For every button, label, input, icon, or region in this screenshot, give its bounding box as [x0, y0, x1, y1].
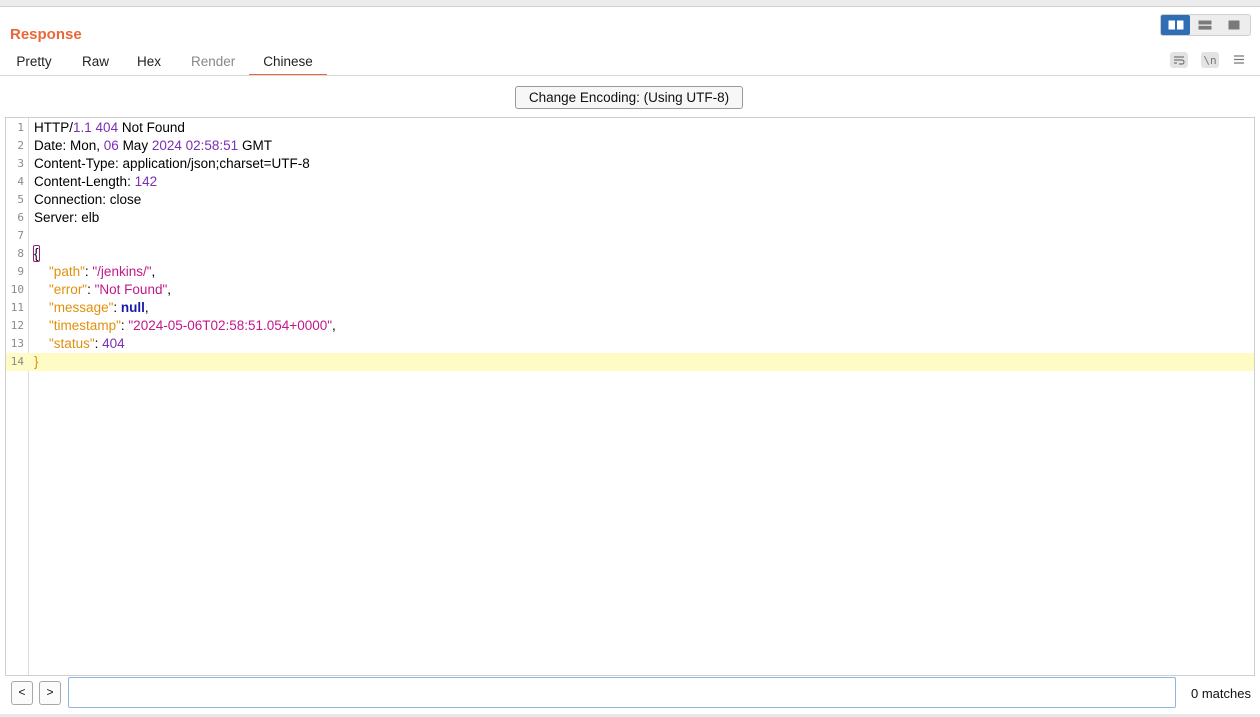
editor-line: 6 Server: elb: [6, 209, 1254, 227]
line-number: 14: [10, 355, 24, 368]
code-line-5: Connection: close: [34, 192, 142, 207]
next-match-button[interactable]: >: [39, 681, 61, 705]
code-line-10: "error": "Not Found",: [49, 282, 172, 297]
editor-line-highlighted: 14 }: [6, 353, 1254, 371]
search-input[interactable]: [68, 677, 1176, 708]
code-line-9: "path": "/jenkins/",: [49, 264, 156, 279]
single-panel-icon[interactable]: [1219, 15, 1248, 35]
line-number: 8: [17, 247, 24, 260]
view-mode-toggle: [1160, 14, 1251, 36]
editor-line: 10 "error": "Not Found",: [6, 281, 1254, 299]
editor-line: 12 "timestamp": "2024-05-06T02:58:51.054…: [6, 317, 1254, 335]
line-number: 12: [10, 319, 24, 332]
line-number: 10: [10, 283, 24, 296]
editor-line: 3 Content-Type: application/json;charset…: [6, 155, 1254, 173]
tab-render[interactable]: Render: [191, 52, 235, 74]
split-vertical-icon[interactable]: [1190, 15, 1219, 35]
code-line-8: {: [33, 245, 40, 262]
tab-pretty[interactable]: Pretty: [15, 52, 53, 74]
code-line-11: "message": null,: [49, 300, 149, 315]
line-number: 11: [10, 301, 24, 314]
code-line-6: Server: elb: [34, 210, 100, 225]
code-line-2: Date: Mon, 06 May 2024 02:58:51 GMT: [34, 138, 272, 153]
editor-line: 5 Connection: close: [6, 191, 1254, 209]
code-line-14: }: [34, 354, 39, 369]
tab-chinese[interactable]: Chinese: [249, 52, 327, 76]
line-number: 5: [17, 193, 24, 206]
match-count: 0 matches: [1191, 686, 1251, 701]
code-line-13: "status": 404: [49, 336, 125, 351]
line-number: 1: [17, 121, 24, 134]
split-horizontal-icon[interactable]: [1161, 15, 1190, 35]
tab-hex[interactable]: Hex: [137, 52, 161, 74]
line-number: 4: [17, 175, 24, 188]
tab-raw[interactable]: Raw: [82, 52, 109, 74]
editor-line: 11 "message": null,: [6, 299, 1254, 317]
code-line-4: Content-Length: 142: [34, 174, 158, 189]
code-line-1: HTTP/1.1 404 Not Found: [34, 120, 185, 135]
line-number: 9: [17, 265, 24, 278]
window-top-strip: [0, 0, 1260, 7]
editor-line: 8 {: [6, 245, 1254, 263]
line-number: 13: [10, 337, 24, 350]
hamburger-menu-icon[interactable]: [1232, 52, 1246, 68]
editor-line: 13 "status": 404: [6, 335, 1254, 353]
editor-line: 9 "path": "/jenkins/",: [6, 263, 1254, 281]
code-line-12: "timestamp": "2024-05-06T02:58:51.054+00…: [49, 318, 336, 333]
response-editor[interactable]: 1 HTTP/1.1 404 Not Found 2 Date: Mon, 06…: [5, 117, 1255, 676]
code-line-3: Content-Type: application/json;charset=U…: [34, 156, 310, 171]
editor-line: 7: [6, 227, 1254, 245]
editor-line: 2 Date: Mon, 06 May 2024 02:58:51 GMT: [6, 137, 1254, 155]
tab-bar-divider: [0, 75, 1260, 76]
previous-match-button[interactable]: <: [11, 681, 33, 705]
line-number: 7: [17, 229, 24, 242]
editor-line: 4 Content-Length: 142: [6, 173, 1254, 191]
editor-line: 1 HTTP/1.1 404 Not Found: [6, 119, 1254, 137]
line-number: 6: [17, 211, 24, 224]
change-encoding-button[interactable]: Change Encoding: (Using UTF-8): [515, 86, 743, 109]
line-number: 2: [17, 139, 24, 152]
newline-toggle-button[interactable]: \n: [1201, 52, 1219, 68]
panel-title: Response: [10, 26, 82, 43]
line-number: 3: [17, 157, 24, 170]
wrap-lines-icon[interactable]: [1170, 52, 1188, 68]
